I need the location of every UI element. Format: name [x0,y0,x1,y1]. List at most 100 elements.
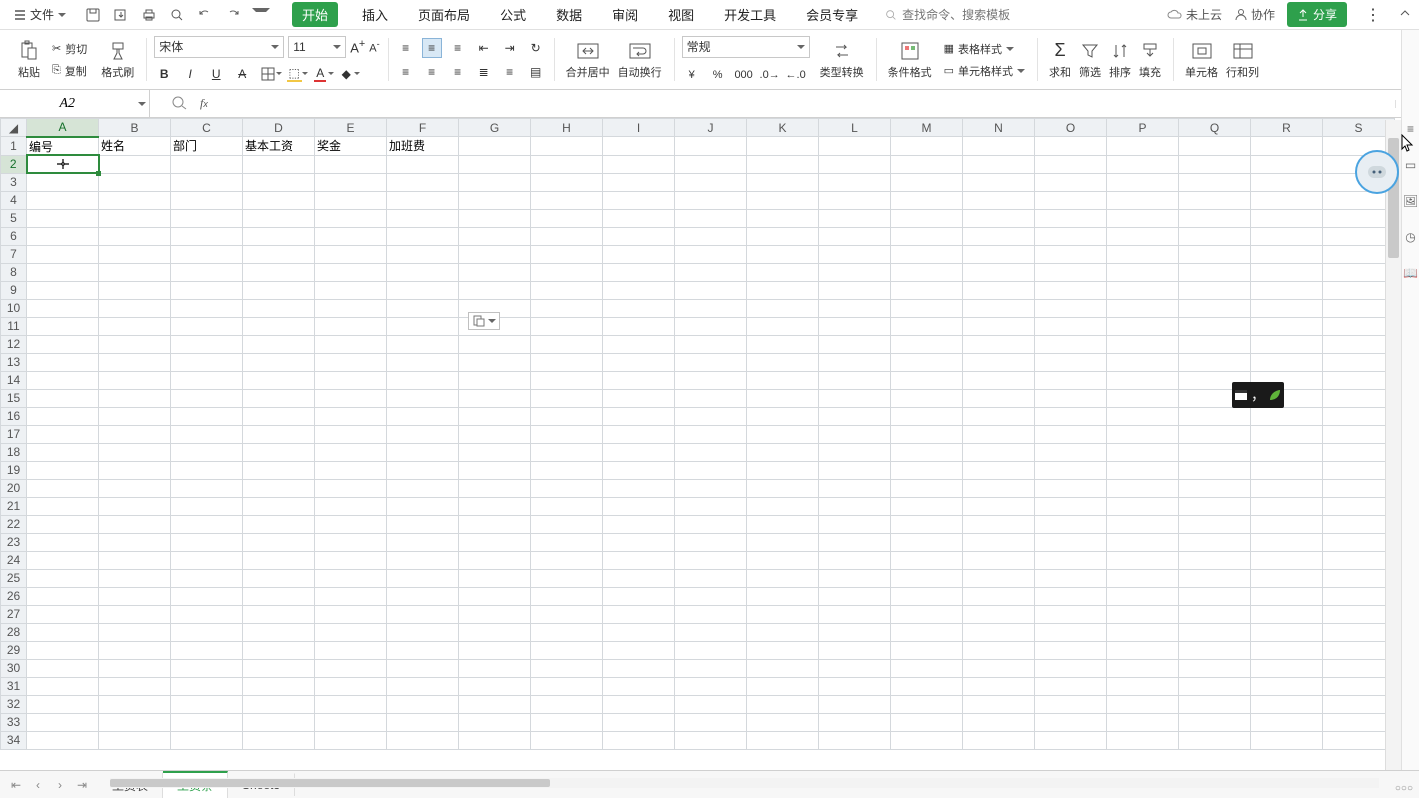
row-header-3[interactable]: 3 [1,173,27,191]
cell-S4[interactable] [1323,191,1395,209]
cell-F25[interactable] [387,569,459,587]
command-search-input[interactable] [902,8,1042,22]
cell-R18[interactable] [1251,443,1323,461]
cell-E30[interactable] [315,659,387,677]
number-format-select[interactable]: 常规 [682,36,810,58]
cell-A27[interactable] [27,605,99,623]
cell-M4[interactable] [891,191,963,209]
cell-D17[interactable] [243,425,315,443]
cell-P25[interactable] [1107,569,1179,587]
cell-A7[interactable] [27,245,99,263]
qat-dropdown[interactable] [252,6,270,24]
cut-button[interactable]: ✂剪切 [48,40,91,58]
font-color-icon[interactable]: A [310,64,330,84]
row-header-2[interactable]: 2 [1,155,27,173]
cell-J22[interactable] [675,515,747,533]
cell-A24[interactable] [27,551,99,569]
cell-G26[interactable] [459,587,531,605]
cell-J6[interactable] [675,227,747,245]
cell-F4[interactable] [387,191,459,209]
cell-J8[interactable] [675,263,747,281]
cell-A33[interactable] [27,713,99,731]
cell-J24[interactable] [675,551,747,569]
cell-N24[interactable] [963,551,1035,569]
percent-icon[interactable]: % [708,66,728,84]
cell-J23[interactable] [675,533,747,551]
cell-Q25[interactable] [1179,569,1251,587]
cell-P23[interactable] [1107,533,1179,551]
cell-M1[interactable] [891,137,963,156]
cell-P32[interactable] [1107,695,1179,713]
row-header-23[interactable]: 23 [1,533,27,551]
col-header-S[interactable]: S [1323,119,1395,137]
cell-D30[interactable] [243,659,315,677]
cell-C12[interactable] [171,335,243,353]
wrap-text-button[interactable]: 自动换行 [614,40,666,80]
cell-H32[interactable] [531,695,603,713]
tab-view[interactable]: 视图 [662,1,700,28]
tab-data[interactable]: 数据 [550,1,588,28]
cell-I31[interactable] [603,677,675,695]
cell-S10[interactable] [1323,299,1395,317]
cell-K2[interactable] [747,155,819,173]
cell-B6[interactable] [99,227,171,245]
cell-O3[interactable] [1035,173,1107,191]
cell-P31[interactable] [1107,677,1179,695]
cell-I8[interactable] [603,263,675,281]
cell-R19[interactable] [1251,461,1323,479]
cell-O13[interactable] [1035,353,1107,371]
cell-G21[interactable] [459,497,531,515]
cell-O12[interactable] [1035,335,1107,353]
cell-E17[interactable] [315,425,387,443]
cell-N10[interactable] [963,299,1035,317]
cell-R3[interactable] [1251,173,1323,191]
cell-Q16[interactable] [1179,407,1251,425]
fill-color-icon[interactable]: ⬚ [284,64,304,84]
cell-B19[interactable] [99,461,171,479]
cell-G9[interactable] [459,281,531,299]
cell-B5[interactable] [99,209,171,227]
cell-G25[interactable] [459,569,531,587]
cell-Q3[interactable] [1179,173,1251,191]
col-header-K[interactable]: K [747,119,819,137]
col-header-J[interactable]: J [675,119,747,137]
cell-M34[interactable] [891,731,963,749]
cell-C27[interactable] [171,605,243,623]
cell-S34[interactable] [1323,731,1395,749]
col-header-E[interactable]: E [315,119,387,137]
row-header-8[interactable]: 8 [1,263,27,281]
cell-M26[interactable] [891,587,963,605]
cell-Q33[interactable] [1179,713,1251,731]
vertical-text-icon[interactable]: ▤ [526,62,546,82]
cell-C23[interactable] [171,533,243,551]
cell-B3[interactable] [99,173,171,191]
row-header-30[interactable]: 30 [1,659,27,677]
cell-L16[interactable] [819,407,891,425]
cell-Q9[interactable] [1179,281,1251,299]
cell-L29[interactable] [819,641,891,659]
cell-E20[interactable] [315,479,387,497]
cell-F24[interactable] [387,551,459,569]
cell-D23[interactable] [243,533,315,551]
cell-G1[interactable] [459,137,531,156]
cell-K22[interactable] [747,515,819,533]
cell-Q19[interactable] [1179,461,1251,479]
cell-N25[interactable] [963,569,1035,587]
cell-G3[interactable] [459,173,531,191]
cell-F28[interactable] [387,623,459,641]
cell-L34[interactable] [819,731,891,749]
cell-S31[interactable] [1323,677,1395,695]
cell-I29[interactable] [603,641,675,659]
cell-C18[interactable] [171,443,243,461]
cell-O28[interactable] [1035,623,1107,641]
file-menu[interactable]: 文件 [8,4,72,25]
cell-C31[interactable] [171,677,243,695]
cell-D26[interactable] [243,587,315,605]
cell-F33[interactable] [387,713,459,731]
cell-N18[interactable] [963,443,1035,461]
tab-page-layout[interactable]: 页面布局 [412,1,476,28]
cell-B30[interactable] [99,659,171,677]
cell-F16[interactable] [387,407,459,425]
cell-R6[interactable] [1251,227,1323,245]
cell-P20[interactable] [1107,479,1179,497]
